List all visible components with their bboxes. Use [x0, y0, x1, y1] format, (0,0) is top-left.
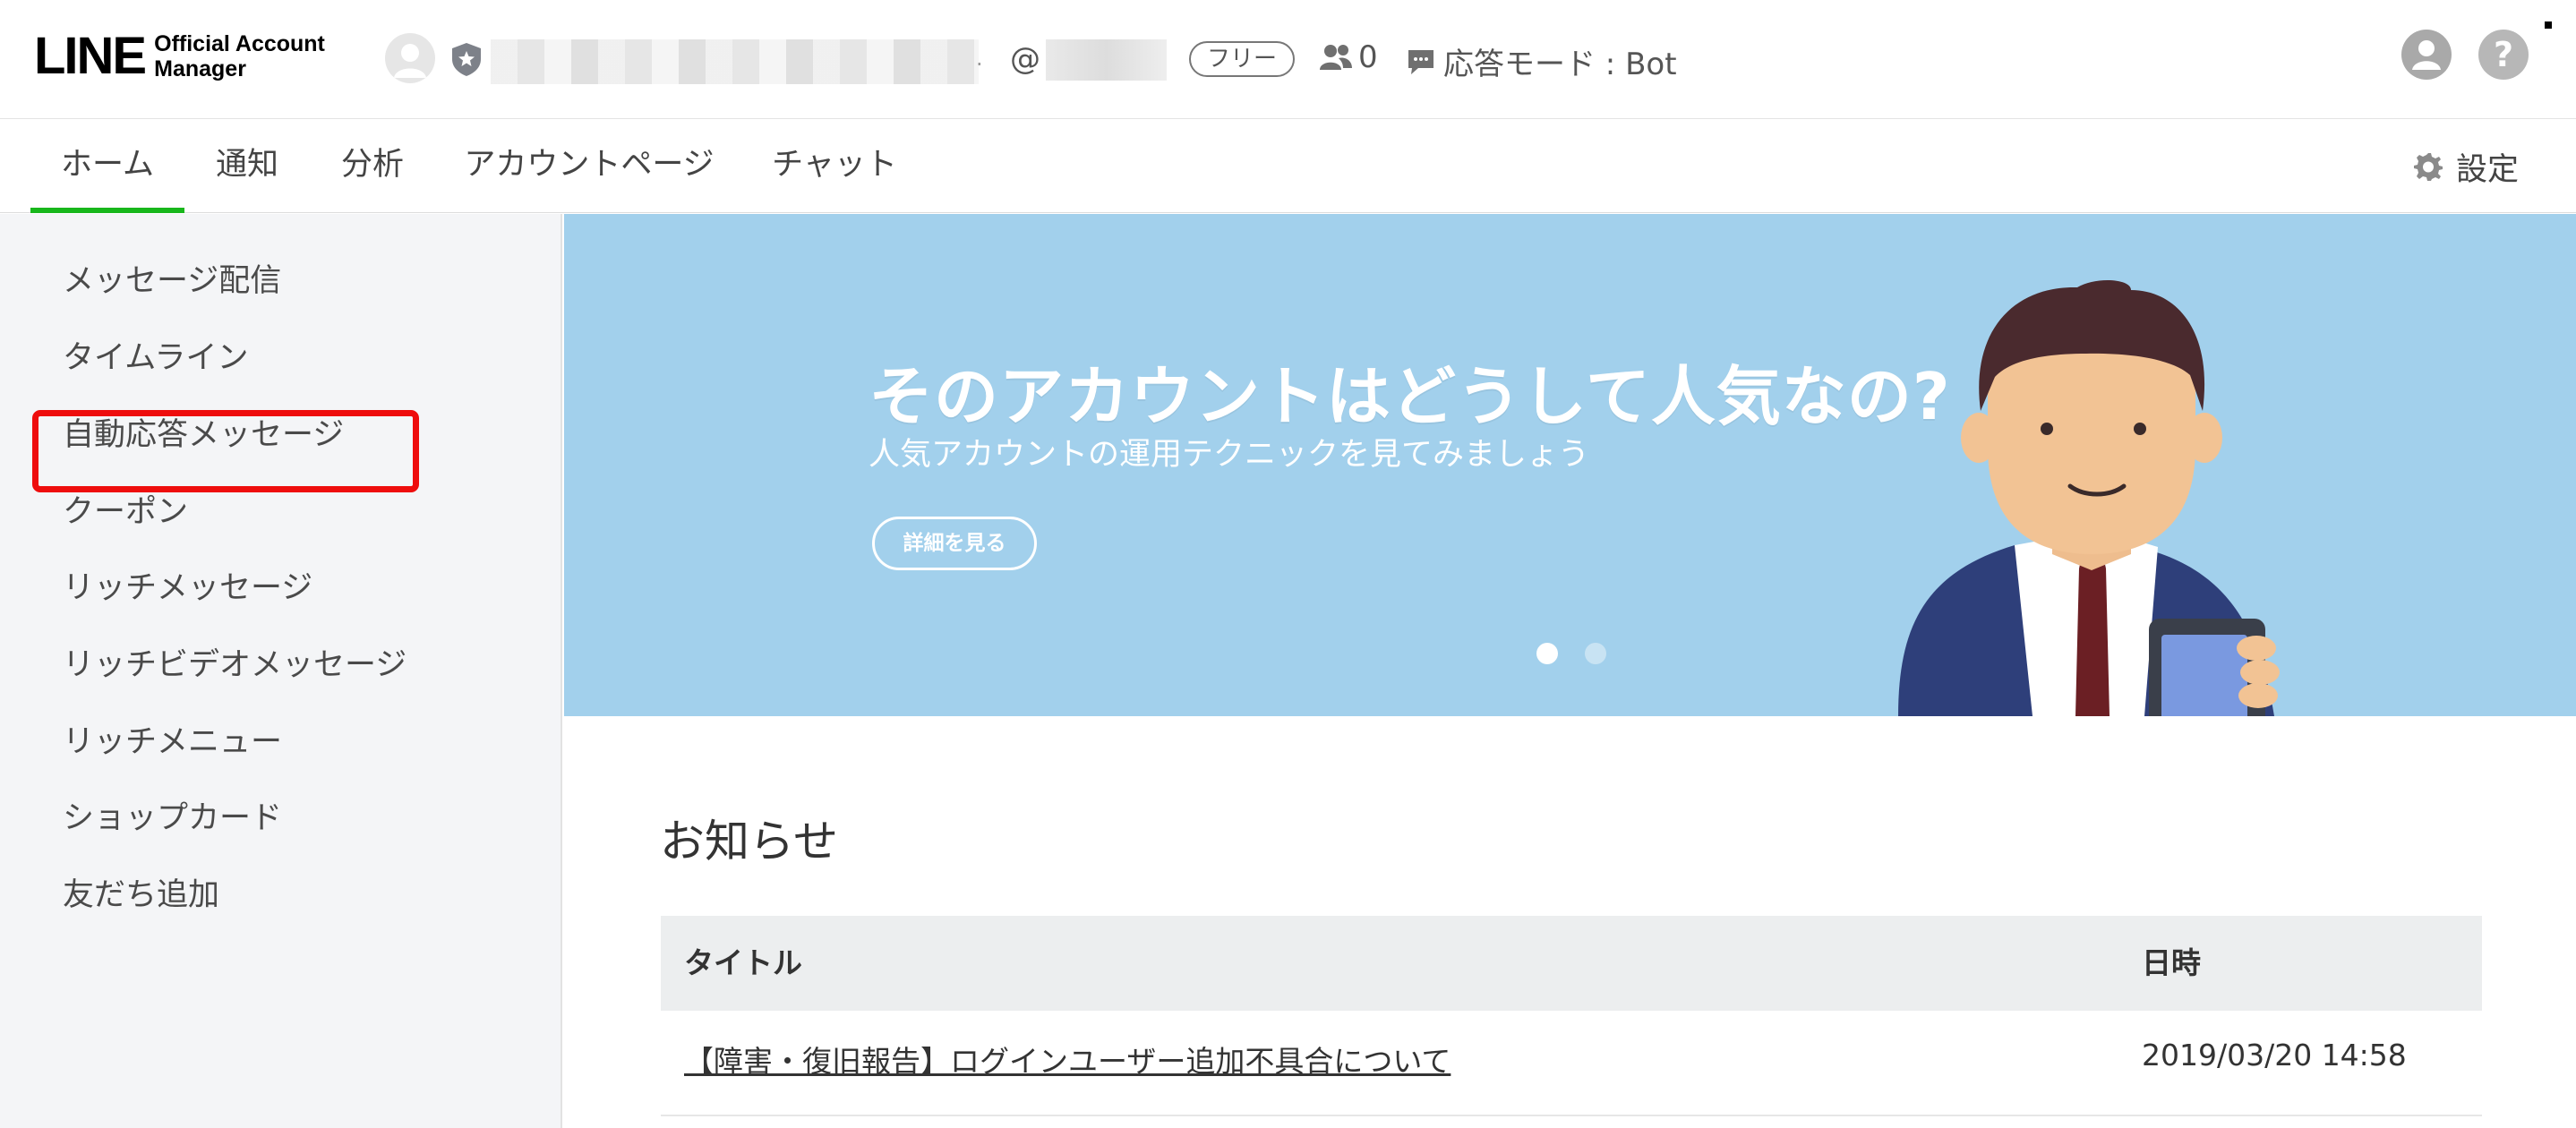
tab-analytics[interactable]: 分析: [337, 120, 408, 213]
help-icon[interactable]: ?: [2478, 30, 2529, 80]
carousel-dot-1[interactable]: [1536, 643, 1558, 664]
friends-icon: [1320, 45, 1352, 70]
tab-chat[interactable]: チャット: [770, 120, 899, 213]
logo-sub-line2: Manager: [154, 56, 246, 81]
sidebar-item-rich-video-message[interactable]: リッチビデオメッセージ: [63, 645, 407, 685]
tab-home[interactable]: ホーム: [30, 120, 184, 213]
account-id-redacted: [1046, 39, 1167, 81]
settings-link[interactable]: 設定: [2413, 120, 2519, 213]
logo-subtitle: Official Account Manager: [154, 31, 325, 81]
line-oa-logo[interactable]: LINE Official Account Manager: [34, 30, 325, 82]
friends-count-value: 0: [1358, 39, 1378, 75]
sidebar-item-add-friends[interactable]: 友だち追加: [63, 876, 219, 915]
account-avatar-icon[interactable]: [385, 33, 435, 83]
sidebar: メッセージ配信 タイムライン 自動応答メッセージ クーポン リッチメッセージ リ…: [0, 214, 562, 1128]
tab-notifications[interactable]: 通知: [211, 120, 283, 213]
separator-dot: ·: [976, 52, 983, 77]
notices-heading: お知らせ: [660, 816, 838, 867]
sidebar-item-rich-message[interactable]: リッチメッセージ: [63, 568, 312, 608]
chat-bubble-icon: [1408, 49, 1433, 74]
shield-star-icon: [449, 41, 484, 77]
notices-table-header: タイトル 日時: [661, 916, 2482, 1011]
promo-banner[interactable]: そのアカウントはどうして人気なの? 人気アカウントの運用テクニックを見てみましょ…: [564, 214, 2576, 716]
column-header-title: タイトル: [684, 945, 802, 980]
logo-line-text: LINE: [34, 27, 147, 85]
column-header-date: 日時: [2142, 945, 2201, 980]
settings-label: 設定: [2456, 151, 2520, 188]
account-id: @: [1010, 41, 1040, 77]
banner-details-button[interactable]: 詳細を見る: [872, 517, 1037, 570]
sidebar-item-message-delivery[interactable]: メッセージ配信: [63, 261, 281, 301]
banner-subtitle: 人気アカウントの運用テクニックを見てみましょう: [869, 437, 1590, 473]
response-mode[interactable]: 応答モード : Bot: [1406, 39, 1677, 83]
top-header: LINE Official Account Manager · @ フリー 0: [0, 0, 2576, 119]
table-row: 【障害・復旧報告】ログインユーザー追加不具合について 2019/03/20 14…: [661, 1011, 2482, 1116]
carousel-dot-2[interactable]: [1585, 643, 1606, 664]
account-icon[interactable]: [2401, 30, 2452, 80]
sidebar-item-rich-menu[interactable]: リッチメニュー: [63, 722, 282, 762]
main-nav: ホーム 通知 分析 アカウントページ チャット 設定: [0, 120, 2576, 213]
sidebar-item-timeline[interactable]: タイムライン: [63, 338, 249, 378]
businessman-illustration: [1898, 280, 2280, 716]
gear-icon: [2414, 153, 2443, 181]
plan-badge: フリー: [1189, 41, 1296, 77]
tab-account-page[interactable]: アカウントページ: [462, 120, 716, 213]
corner-mark: [2545, 21, 2552, 29]
response-mode-label: 応答モード : Bot: [1443, 47, 1677, 82]
notice-title-link[interactable]: 【障害・復旧報告】ログインユーザー追加不具合について: [684, 1038, 1451, 1081]
highlight-box-auto-reply: [32, 410, 419, 492]
account-name[interactable]: [491, 39, 979, 84]
banner-title: そのアカウントはどうして人気なの?: [869, 359, 1951, 434]
sidebar-item-coupon[interactable]: クーポン: [63, 492, 188, 532]
logo-sub-line1: Official Account: [154, 31, 325, 56]
sidebar-item-shop-card[interactable]: ショップカード: [63, 799, 282, 838]
notice-date: 2019/03/20 14:58: [2142, 1038, 2407, 1072]
friends-count: 0: [1319, 39, 1378, 75]
